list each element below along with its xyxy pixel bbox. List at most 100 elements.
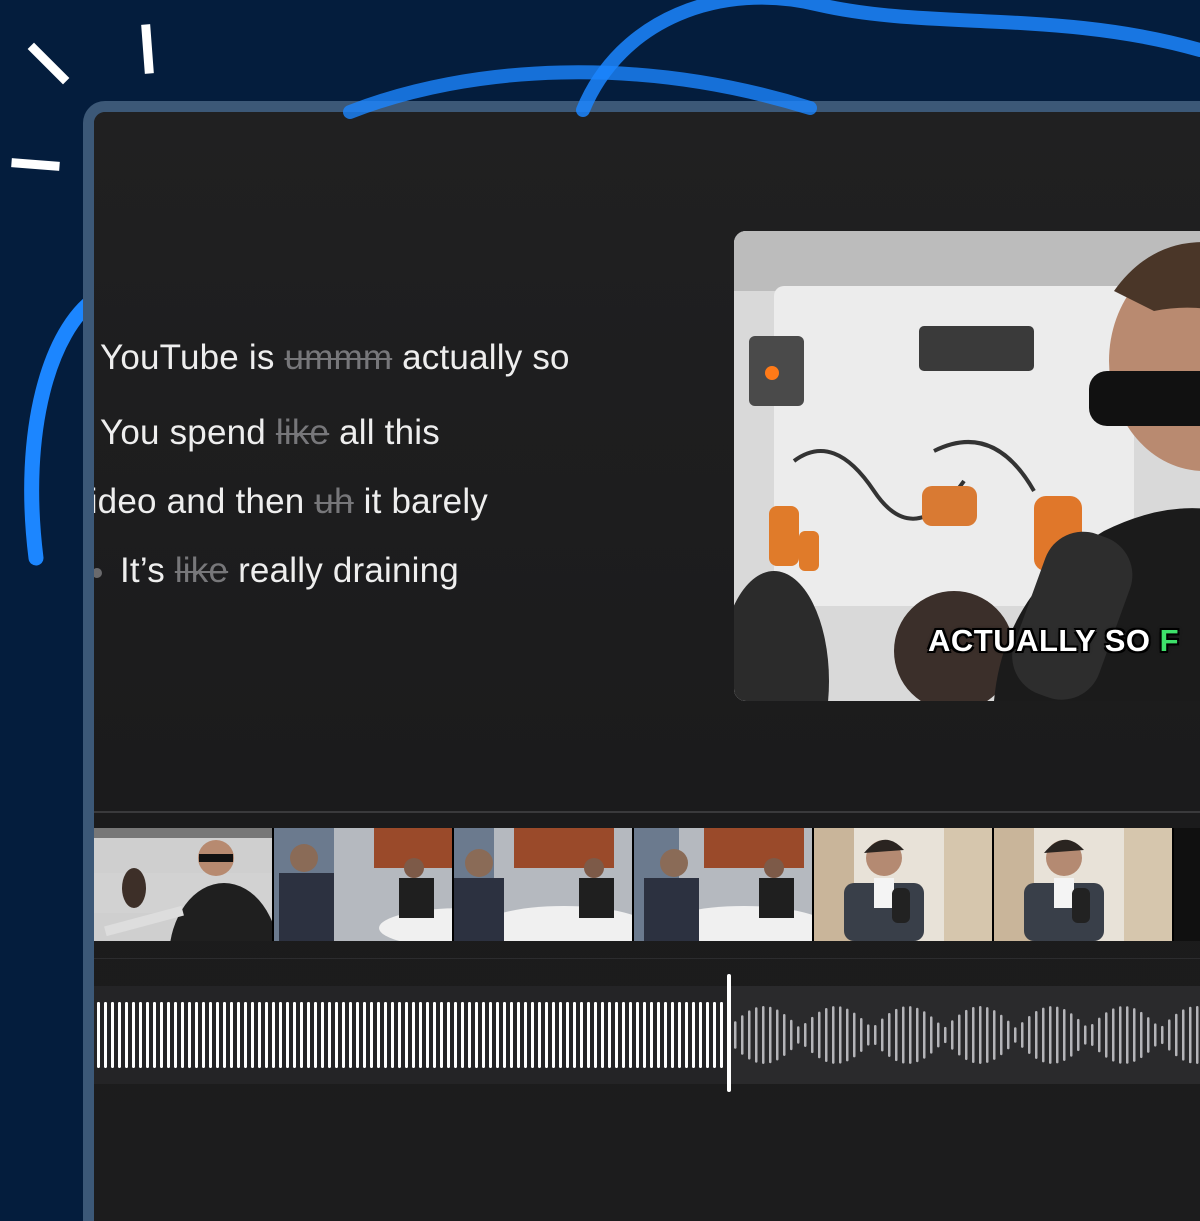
waveform-bar bbox=[573, 1002, 576, 1068]
waveform-bar bbox=[153, 1002, 156, 1068]
audio-track[interactable] bbox=[94, 986, 1200, 1084]
waveform-bar bbox=[944, 1026, 947, 1044]
waveform-bar bbox=[790, 1019, 793, 1051]
waveform-bar bbox=[559, 1002, 562, 1068]
waveform-bar bbox=[1084, 1025, 1087, 1045]
waveform-bar bbox=[832, 1006, 835, 1064]
transcript-line-2[interactable]: You spend like all this bbox=[100, 413, 440, 453]
video-preview[interactable]: ACTUALLY SO F bbox=[734, 231, 1200, 701]
waveform-bar bbox=[867, 1024, 870, 1046]
waveform-bar bbox=[216, 1002, 219, 1068]
filler-word[interactable]: ummm bbox=[284, 338, 392, 377]
video-thumbnail[interactable] bbox=[94, 828, 274, 941]
waveform-bar bbox=[545, 1002, 548, 1068]
sparkle-line-1 bbox=[27, 42, 70, 85]
waveform-bar bbox=[489, 1002, 492, 1068]
waveform-bar bbox=[146, 1002, 149, 1068]
waveform-bar bbox=[1035, 1011, 1038, 1059]
video-thumbnail[interactable] bbox=[994, 828, 1174, 941]
waveform-bar bbox=[608, 1002, 611, 1068]
transcript-line-4[interactable]: It’s like really draining bbox=[94, 551, 459, 591]
bullet-icon bbox=[94, 567, 102, 578]
waveform-bar bbox=[804, 1023, 807, 1047]
waveform-bar bbox=[412, 1002, 415, 1068]
waveform-bar bbox=[1154, 1023, 1157, 1047]
waveform-bar bbox=[342, 1002, 345, 1068]
transcript-panel: YouTube is ummm actually so You spend li… bbox=[94, 112, 734, 812]
filler-word[interactable]: uh bbox=[314, 482, 353, 521]
waveform-bar bbox=[678, 1002, 681, 1068]
waveform-bar bbox=[363, 1002, 366, 1068]
waveform-bar bbox=[461, 1002, 464, 1068]
transcript-line-1[interactable]: YouTube is ummm actually so bbox=[100, 338, 570, 378]
video-thumbnail[interactable] bbox=[634, 828, 814, 941]
waveform-bar bbox=[986, 1007, 989, 1063]
waveform-bar bbox=[958, 1014, 961, 1056]
waveform-bar bbox=[776, 1009, 779, 1061]
waveform-bar bbox=[783, 1014, 786, 1056]
waveform-bar bbox=[104, 1002, 107, 1068]
waveform-bar bbox=[167, 1002, 170, 1068]
waveform-bar bbox=[321, 1002, 324, 1068]
waveform-bar bbox=[1119, 1006, 1122, 1064]
waveform-bar bbox=[1161, 1025, 1164, 1045]
waveform-bar bbox=[965, 1009, 968, 1061]
waveform-bar bbox=[517, 1002, 520, 1068]
playhead[interactable] bbox=[727, 974, 731, 1092]
waveform-bar bbox=[349, 1002, 352, 1068]
waveform-bar bbox=[839, 1006, 842, 1064]
transcript-text: all this bbox=[329, 413, 440, 452]
waveform-bar bbox=[1189, 1006, 1192, 1064]
waveform-bar bbox=[524, 1002, 527, 1068]
video-thumbnail[interactable] bbox=[454, 828, 634, 941]
waveform-bar bbox=[853, 1012, 856, 1058]
waveform-bar bbox=[1028, 1016, 1031, 1054]
waveform-bar bbox=[1070, 1013, 1073, 1057]
waveform-bar bbox=[1049, 1006, 1052, 1064]
video-thumbnail[interactable] bbox=[274, 828, 454, 941]
waveform-bar bbox=[1112, 1008, 1115, 1062]
transcript-line-3[interactable]: video and then uh it barely bbox=[94, 482, 488, 522]
waveform-bar bbox=[699, 1002, 702, 1068]
transcript-text: it barely bbox=[353, 482, 488, 521]
waveform-bar bbox=[622, 1002, 625, 1068]
waveform-bar bbox=[356, 1002, 359, 1068]
waveform-bar bbox=[510, 1002, 513, 1068]
waveform-bar bbox=[811, 1016, 814, 1054]
waveform-bar bbox=[643, 1002, 646, 1068]
waveform-bar bbox=[594, 1002, 597, 1068]
filler-word[interactable]: like bbox=[276, 413, 329, 452]
waveform-bar bbox=[601, 1002, 604, 1068]
waveform-bar bbox=[818, 1011, 821, 1059]
waveform-bar bbox=[713, 1002, 716, 1068]
waveform-bar bbox=[951, 1020, 954, 1050]
waveform-bar bbox=[314, 1002, 317, 1068]
waveform-bar bbox=[139, 1002, 142, 1068]
waveform-bar bbox=[748, 1010, 751, 1060]
video-thumbnail[interactable] bbox=[814, 828, 994, 941]
waveform-bar bbox=[370, 1002, 373, 1068]
filler-word[interactable]: like bbox=[175, 551, 228, 590]
waveform-bar bbox=[468, 1002, 471, 1068]
waveform-bar bbox=[293, 1002, 296, 1068]
waveform-bar bbox=[188, 1002, 191, 1068]
transcript-text: It’s bbox=[120, 551, 175, 590]
waveform-bar bbox=[1042, 1007, 1045, 1063]
waveform-bar bbox=[979, 1006, 982, 1064]
waveform-bar bbox=[1021, 1022, 1024, 1048]
waveform-bar bbox=[860, 1018, 863, 1052]
waveform-bar bbox=[1175, 1013, 1178, 1057]
waveform-bar bbox=[923, 1011, 926, 1059]
waveform-bar bbox=[174, 1002, 177, 1068]
waveform-bar bbox=[384, 1002, 387, 1068]
waveform-bar bbox=[636, 1002, 639, 1068]
waveform-bar bbox=[503, 1002, 506, 1068]
waveform-bar bbox=[657, 1002, 660, 1068]
sparkle-line-3 bbox=[11, 158, 60, 171]
arc-top-right bbox=[576, 0, 1200, 117]
waveform-bar bbox=[1140, 1011, 1143, 1059]
waveform-bar bbox=[1196, 1006, 1199, 1064]
waveform-bar bbox=[286, 1002, 289, 1068]
waveform-bar bbox=[762, 1006, 765, 1064]
video-track-filmstrip[interactable] bbox=[94, 828, 1200, 941]
